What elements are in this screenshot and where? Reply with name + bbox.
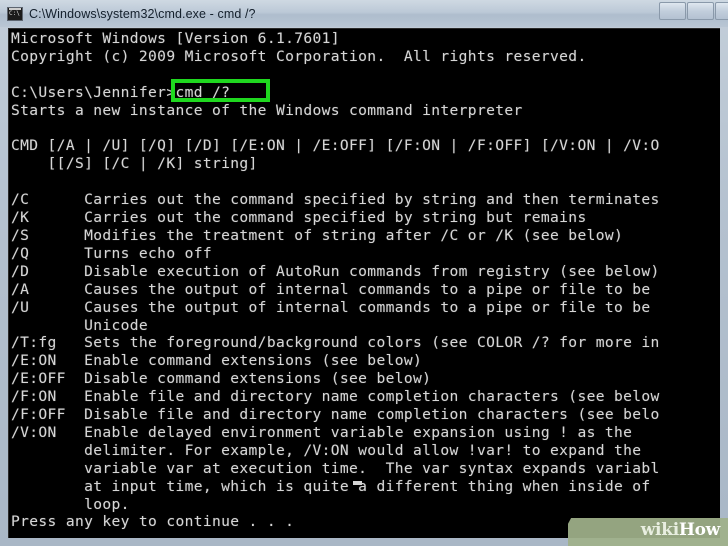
cmd-console-icon bbox=[7, 6, 23, 21]
cmd-window: C:\Windows\system32\cmd.exe - cmd /? Mic… bbox=[0, 0, 728, 546]
close-button[interactable] bbox=[715, 2, 728, 20]
title-bar[interactable]: C:\Windows\system32\cmd.exe - cmd /? bbox=[0, 0, 728, 27]
console-text: Microsoft Windows [Version 6.1.7601] Cop… bbox=[11, 30, 660, 531]
minimize-button[interactable] bbox=[659, 2, 686, 20]
text-cursor bbox=[353, 481, 362, 485]
window-title: C:\Windows\system32\cmd.exe - cmd /? bbox=[29, 6, 256, 21]
window-controls[interactable] bbox=[659, 2, 728, 20]
maximize-button[interactable] bbox=[687, 2, 714, 20]
console-output-area[interactable]: Microsoft Windows [Version 6.1.7601] Cop… bbox=[8, 28, 720, 538]
